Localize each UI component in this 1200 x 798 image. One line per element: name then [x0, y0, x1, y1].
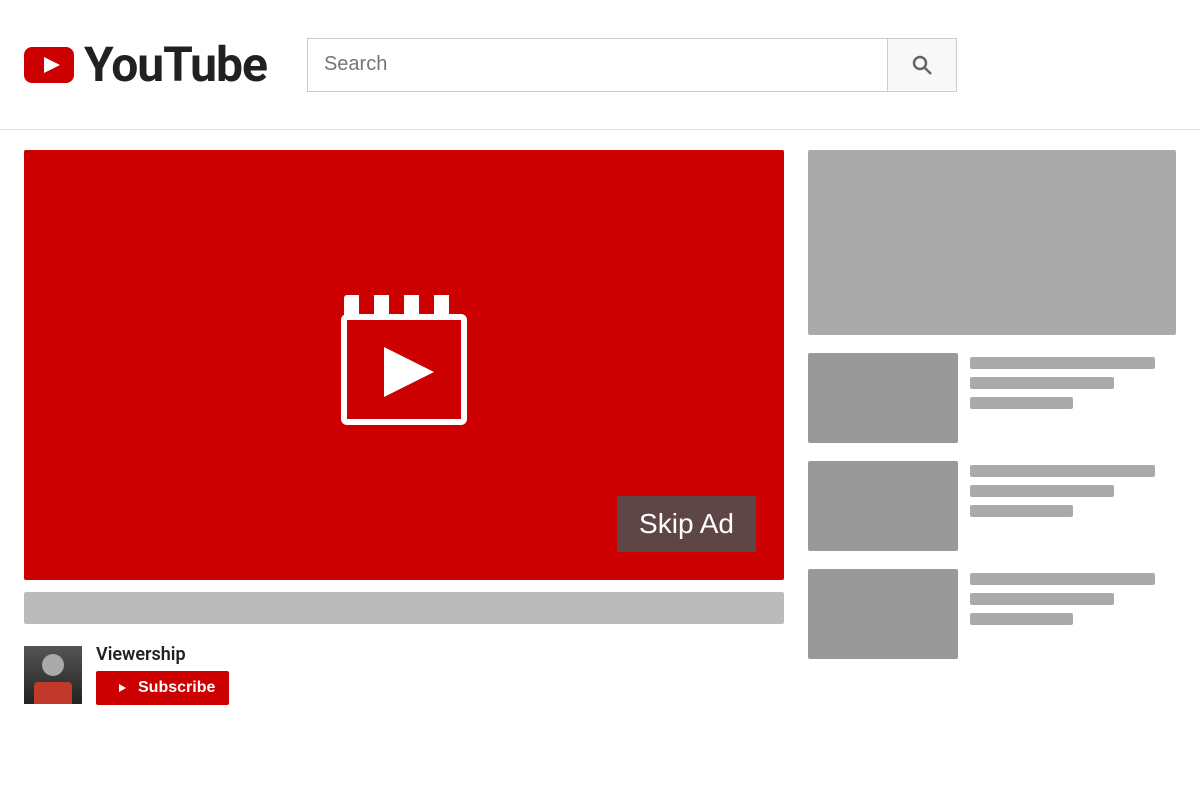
video-title-line2 — [970, 377, 1114, 389]
list-item — [808, 461, 1176, 551]
youtube-logo-icon — [24, 47, 74, 83]
main-content: Skip Ad Viewership Subscribe — [0, 130, 1200, 798]
skip-ad-button[interactable]: Skip Ad — [617, 496, 756, 552]
subscribe-play-icon — [110, 680, 132, 696]
subscribe-button[interactable]: Subscribe — [96, 671, 229, 705]
thumbnail — [808, 461, 958, 551]
video-title-line2 — [970, 593, 1114, 605]
video-meta-line — [970, 613, 1073, 625]
channel-avatar — [24, 646, 82, 704]
video-clapper-icon — [324, 290, 484, 440]
logo-text: YouTube — [84, 36, 267, 93]
video-info — [970, 461, 1176, 517]
channel-name: Viewership — [96, 644, 229, 665]
subscribe-label: Subscribe — [138, 679, 215, 697]
logo-area: YouTube — [24, 36, 267, 93]
video-info — [970, 353, 1176, 409]
avatar-image — [24, 646, 82, 704]
search-input[interactable] — [307, 38, 887, 92]
thumbnail — [808, 569, 958, 659]
video-info — [970, 569, 1176, 625]
video-title-line — [970, 573, 1155, 585]
ad-banner — [808, 150, 1176, 335]
thumbnail — [808, 353, 958, 443]
video-progress-bar[interactable] — [24, 592, 784, 624]
video-player[interactable]: Skip Ad — [24, 150, 784, 580]
list-item — [808, 353, 1176, 443]
video-title-line2 — [970, 485, 1114, 497]
channel-info: Viewership Subscribe — [24, 636, 784, 713]
search-button[interactable] — [887, 38, 957, 92]
left-column: Skip Ad Viewership Subscribe — [24, 150, 784, 778]
search-area — [307, 38, 957, 92]
channel-details: Viewership Subscribe — [96, 644, 229, 705]
video-meta-line — [970, 397, 1073, 409]
header: YouTube — [0, 0, 1200, 130]
search-icon — [910, 53, 934, 77]
video-title-line — [970, 465, 1155, 477]
list-item — [808, 569, 1176, 659]
video-meta-line — [970, 505, 1073, 517]
video-title-line — [970, 357, 1155, 369]
skip-ad-label: Skip Ad — [639, 508, 734, 539]
right-column — [808, 150, 1176, 778]
